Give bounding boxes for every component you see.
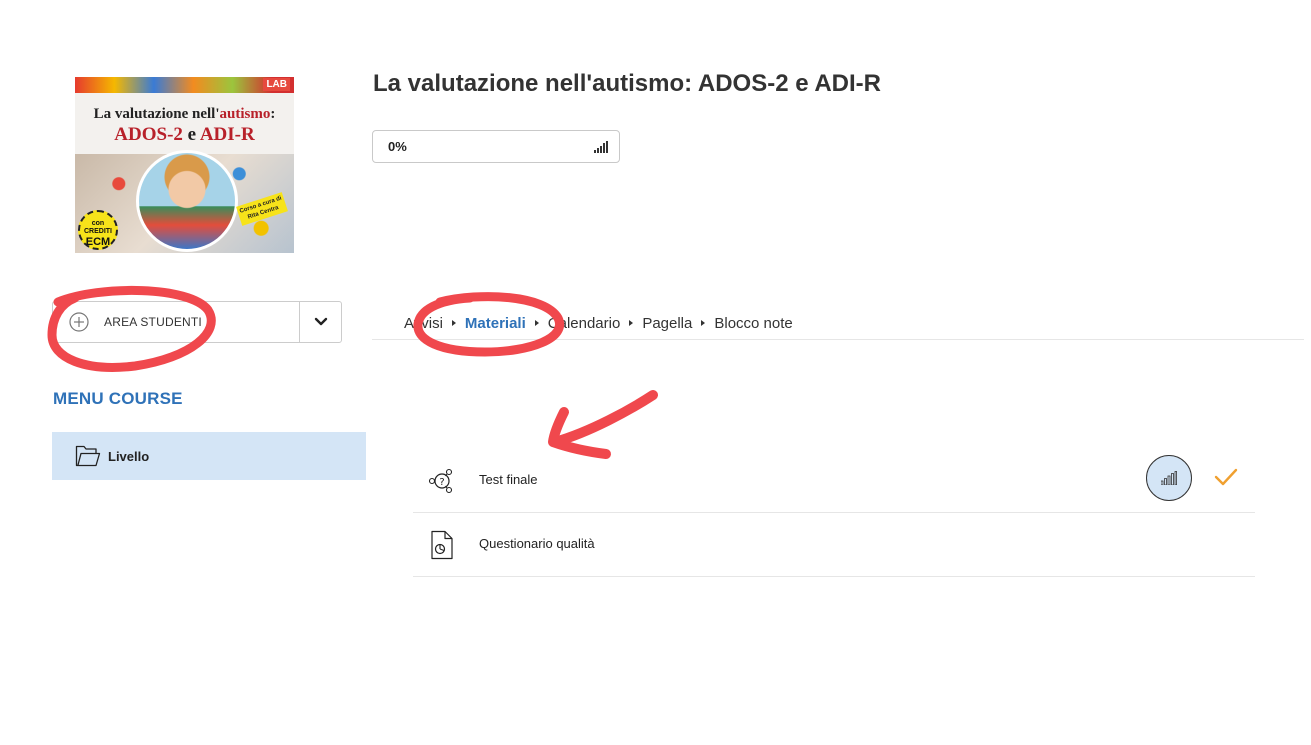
course-tabs: Avvisi Materiali Calendario Pagella Blocco n…: [404, 314, 793, 334]
chevron-down-icon[interactable]: [314, 315, 328, 329]
survey-document-icon: [431, 530, 453, 560]
quiz-icon: ?: [428, 468, 453, 494]
material-label: Test finale: [479, 472, 538, 487]
menu-course-heading: MENU COURSE: [53, 389, 183, 408]
material-row-questionario[interactable]: Questionario qualità: [413, 512, 1255, 577]
checkmark-icon: [1214, 468, 1238, 486]
course-page: LAB La valutazione nell'autismo: ADOS-2 …: [0, 0, 1311, 745]
area-studenti-label: AREA STUDENTI: [104, 315, 202, 329]
menu-item-livello[interactable]: Livello: [52, 432, 366, 480]
plus-circle-icon: [69, 312, 89, 332]
tab-calendario[interactable]: Calendario: [548, 315, 621, 332]
folder-icon: [75, 445, 101, 467]
material-label: Questionario qualità: [479, 536, 595, 551]
tab-separator: [629, 320, 634, 327]
tab-separator: [701, 320, 706, 327]
material-stats-button[interactable]: [1146, 455, 1192, 501]
cover-child-photo: [136, 150, 238, 252]
area-studenti-dropdown[interactable]: AREA STUDENTI: [52, 301, 342, 343]
material-row-test-finale[interactable]: ? Test finale: [413, 448, 1255, 513]
cover-title-line1: La valutazione nell'autismo:: [93, 106, 276, 122]
tab-separator: [534, 320, 539, 327]
signal-bars-icon: [1161, 471, 1177, 485]
signal-bars-icon: [594, 141, 608, 153]
cover-brand-logo: LAB: [263, 78, 290, 91]
cover-title-line2: ADOS-2 e ADI-R: [114, 124, 255, 145]
menu-item-label: Livello: [108, 449, 150, 464]
tab-pagella[interactable]: Pagella: [642, 315, 692, 332]
tab-avvisi[interactable]: Avvisi: [404, 315, 443, 332]
tab-materiali[interactable]: Materiali: [465, 315, 526, 332]
tab-blocco-note[interactable]: Blocco note: [714, 315, 792, 332]
cover-color-stripe: [75, 77, 294, 93]
course-cover-image: LAB La valutazione nell'autismo: ADOS-2 …: [75, 77, 294, 253]
tabs-divider: [372, 339, 1304, 340]
dropdown-divider: [299, 302, 300, 342]
course-progress-bar: 0%: [372, 130, 620, 163]
svg-text:?: ?: [439, 477, 444, 488]
progress-value: 0%: [388, 139, 407, 154]
page-title: La valutazione nell'autismo: ADOS-2 e AD…: [373, 70, 882, 97]
cover-ecm-badge: con CREDITI ECM: [78, 210, 118, 250]
tab-separator: [451, 320, 456, 327]
